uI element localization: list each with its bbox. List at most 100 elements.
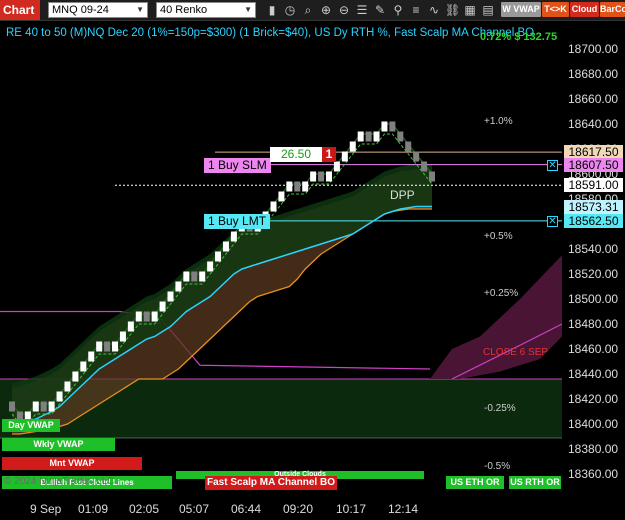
price-tick-label: 18360.00 [568, 467, 619, 481]
indicator-toggle-button[interactable]: Wkly VWAP [2, 438, 115, 451]
renko-brick [405, 141, 412, 152]
price-marker-tag: 18562.50 [564, 213, 623, 228]
indicator-toggle-button[interactable]: US RTH OR [509, 476, 561, 489]
renko-brick [365, 131, 372, 142]
clock-icon[interactable]: ◷ [283, 3, 297, 17]
instrument-selector[interactable]: MNQ 09-24 ▼ [48, 2, 148, 18]
indicator-icon[interactable]: ∿ [427, 3, 441, 17]
renko-brick [151, 311, 158, 322]
zoom-out-icon[interactable]: ⊖ [337, 3, 351, 17]
cancel-slm-icon[interactable]: ✕ [547, 159, 558, 171]
price-tick-label: 18540.00 [568, 242, 619, 256]
cancel-lmt-icon[interactable]: ✕ [547, 215, 558, 227]
chart-plot-area[interactable]: RE 40 to 50 (M)NQ Dec 20 (1%=150p=$300) … [0, 21, 562, 499]
renko-brick [104, 341, 111, 352]
price-tick-label: 18420.00 [568, 392, 619, 406]
renko-brick [325, 171, 332, 182]
price-tick-label: 18500.00 [568, 292, 619, 306]
drawing-icon[interactable]: ✎ [373, 3, 387, 17]
price-marker-tag: 18573.31 [564, 200, 623, 215]
price-chart[interactable] [0, 21, 562, 499]
toolbar-button-3[interactable]: BarCo [600, 2, 625, 17]
chart-title: RE 40 to 50 (M)NQ Dec 20 (1%=150p=$300) … [6, 27, 535, 39]
search-icon[interactable]: ⌕ [301, 3, 315, 17]
time-tick-label: 9 Sep [30, 502, 62, 516]
renko-brick [349, 141, 356, 152]
renko-brick [159, 301, 166, 312]
copyright-text: © 2024 NinjaTrader, LLC [4, 476, 115, 487]
pin-icon[interactable]: ⚲ [391, 3, 405, 17]
dom-icon[interactable]: ▤ [481, 3, 495, 17]
price-tick-label: 18640.00 [568, 117, 619, 131]
strategy-icon[interactable]: ≡ [409, 3, 423, 17]
percent-level-label: +1.0% [484, 115, 513, 127]
price-tick-label: 18700.00 [568, 42, 619, 56]
buy-lmt-label: 1 Buy LMT [208, 213, 267, 228]
percent-level-label: -0.5% [484, 460, 511, 472]
position-value: 26.50 [280, 147, 312, 161]
bars-icon[interactable]: ▮ [265, 3, 279, 17]
renko-brick [175, 281, 182, 292]
renko-brick [397, 131, 404, 142]
indicator-toggle-button[interactable]: Day VWAP [2, 419, 60, 432]
renko-brick [302, 181, 309, 192]
chart-toolbar: Chart MNQ 09-24 ▼ 40 Renko ▼ ▮ ◷ ⌕ ⊕ ⊖ ☰ ✎ ⚲ ≡ ∿ ⛓… [0, 0, 625, 21]
chevron-down-icon: ▼ [136, 5, 144, 14]
indicator-toggle-button[interactable]: Fast Scalp MA Channel BO [205, 476, 337, 490]
renko-brick [32, 401, 39, 412]
price-tick-label: 18460.00 [568, 342, 619, 356]
renko-brick [278, 191, 285, 202]
time-axis[interactable]: 9 Sep 01:09 02:05 05:07 06:44 09:20 10:17 12:14 [0, 499, 625, 520]
zoom-in-icon[interactable]: ⊕ [319, 3, 333, 17]
renko-brick [318, 171, 325, 182]
toolbar-button-0[interactable]: W VWAP [501, 2, 541, 17]
position-count[interactable]: 1 [322, 147, 336, 162]
buy-slm-order[interactable]: 1 Buy SLM [204, 157, 271, 173]
renko-brick [96, 341, 103, 352]
renko-brick [183, 271, 190, 282]
buy-lmt-order[interactable]: 1 Buy LMT [204, 213, 271, 229]
renko-brick [421, 161, 428, 172]
price-marker-tag: 18607.50 [564, 157, 623, 172]
price-tick-label: 18440.00 [568, 367, 619, 381]
renko-brick [357, 131, 364, 142]
link-icon[interactable]: ⛓ [445, 3, 460, 17]
unrealized-pl: 0.72% $ 132.75 [480, 31, 558, 43]
renko-brick [48, 401, 55, 412]
renko-brick [127, 321, 134, 332]
position-quantity[interactable]: 26.50 [270, 147, 322, 162]
time-tick-label: 05:07 [179, 502, 210, 516]
close-6-sep-label: CLOSE 6 SEP [483, 346, 549, 358]
indicator-toggle-button[interactable]: Mnt VWAP [2, 457, 142, 470]
price-axis[interactable]: 18700.0018680.0018660.0018640.0018620.00… [562, 21, 625, 499]
grid-icon[interactable]: ▦ [463, 3, 477, 17]
time-tick-label: 02:05 [129, 502, 160, 516]
renko-brick [88, 351, 95, 362]
price-tick-label: 18480.00 [568, 317, 619, 331]
renko-brick [286, 181, 293, 192]
renko-brick [381, 121, 388, 132]
percent-level-label: +0.25% [484, 288, 519, 299]
renko-brick [341, 151, 348, 162]
renko-brick [72, 371, 79, 382]
renko-brick [191, 271, 198, 282]
bar-type-selector[interactable]: 40 Renko ▼ [156, 2, 256, 18]
price-tick-label: 18680.00 [568, 67, 619, 81]
time-tick-label: 01:09 [78, 502, 109, 516]
toolbar-button-2[interactable]: Cloud [570, 2, 599, 17]
renko-brick [230, 231, 237, 242]
percent-level-label: -0.25% [484, 403, 516, 414]
price-tick-label: 18400.00 [568, 417, 619, 431]
toolbar-button-1[interactable]: T<>K [542, 2, 569, 17]
renko-brick [199, 271, 206, 282]
chart-tab[interactable]: Chart [0, 0, 40, 20]
renko-brick [9, 401, 15, 412]
renko-brick [119, 331, 126, 342]
time-tick-label: 12:14 [388, 502, 419, 516]
price-tick-label: 18380.00 [568, 442, 619, 456]
renko-brick [135, 311, 142, 322]
chevron-down-icon: ▼ [244, 5, 252, 14]
renko-brick [294, 181, 301, 192]
indicator-toggle-button[interactable]: US ETH OR [446, 476, 504, 489]
properties-icon[interactable]: ☰ [355, 3, 369, 17]
